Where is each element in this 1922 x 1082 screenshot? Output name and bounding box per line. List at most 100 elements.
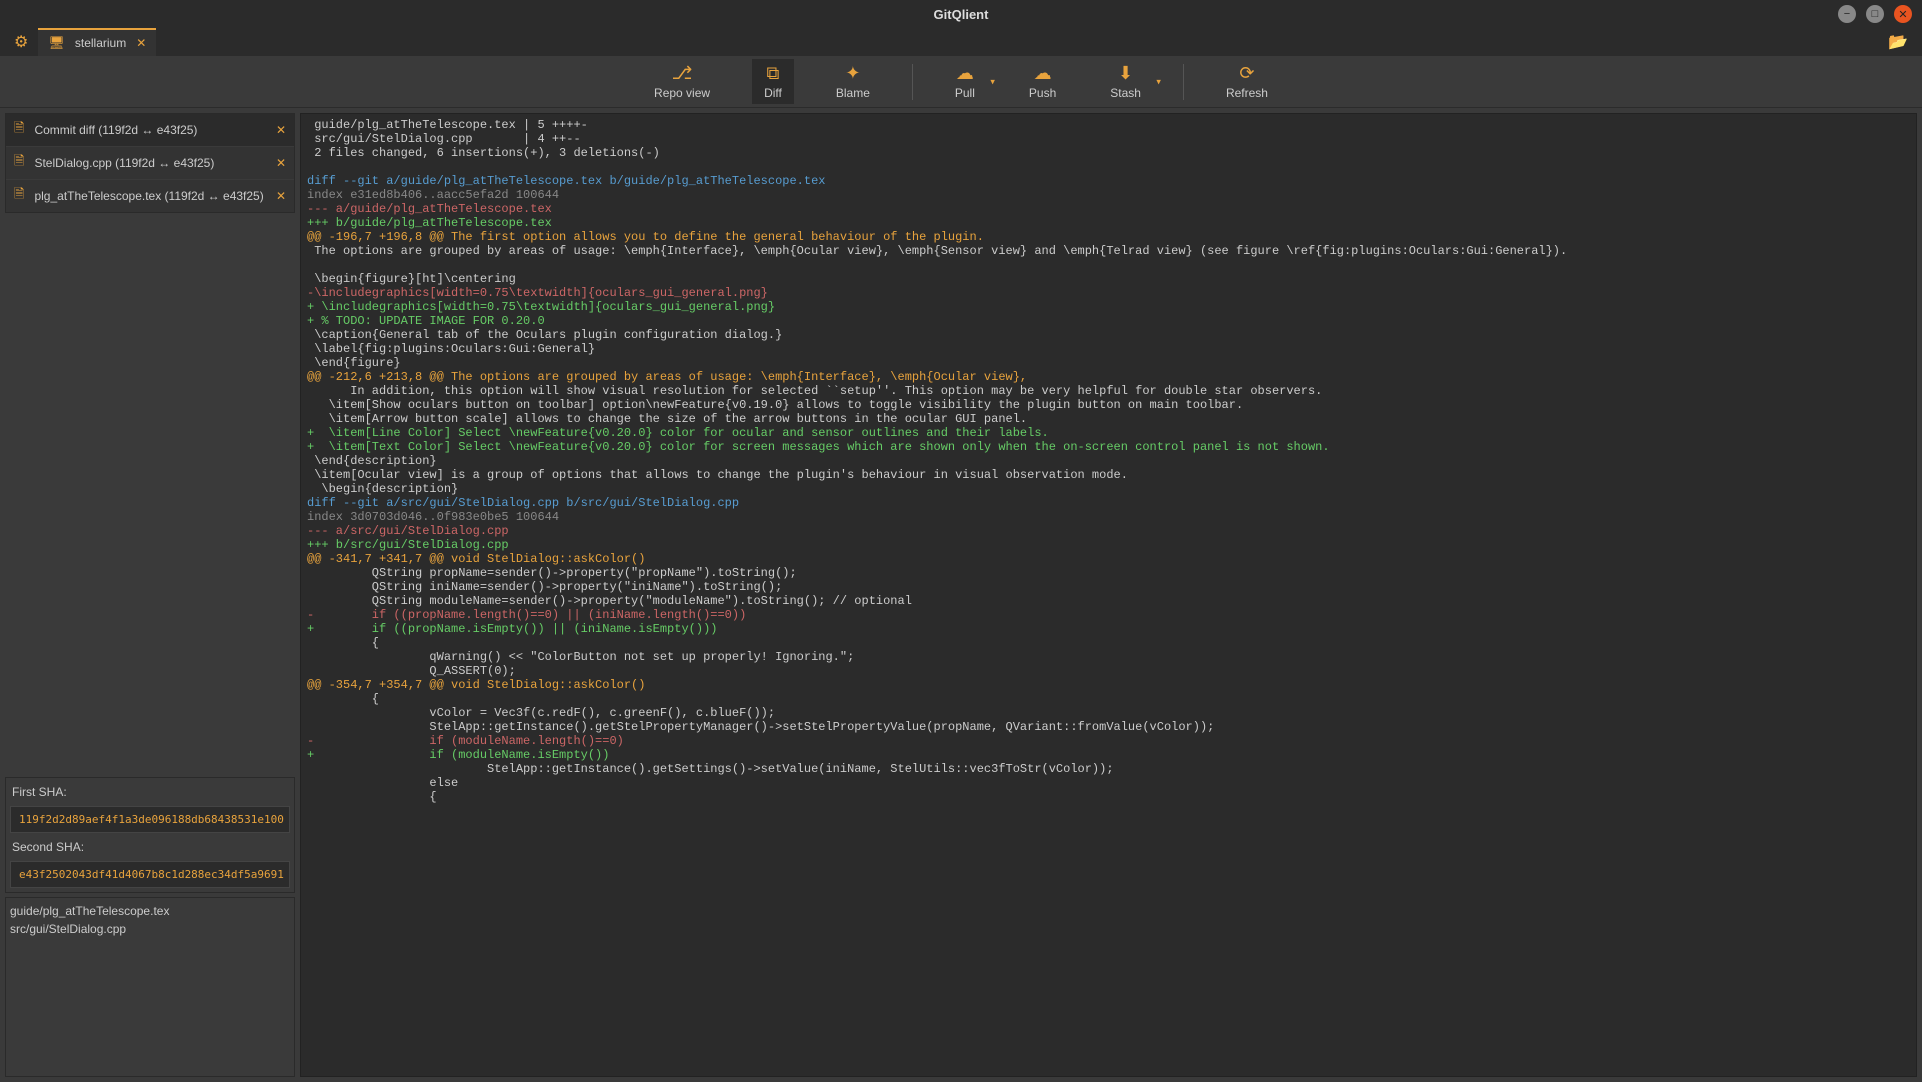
diff-view[interactable]: guide/plg_atTheTelescope.tex | 5 ++++- s… xyxy=(300,113,1917,1077)
diff-line: diff --git a/src/gui/StelDialog.cpp b/sr… xyxy=(307,496,1910,510)
maximize-button[interactable]: □ xyxy=(1866,5,1884,23)
diff-line: index 3d0703d046..0f983e0be5 100644 xyxy=(307,510,1910,524)
diff-line: In addition, this option will show visua… xyxy=(307,384,1910,398)
diff-line: Q_ASSERT(0); xyxy=(307,664,1910,678)
list-item[interactable]: guide/plg_atTheTelescope.tex xyxy=(10,904,290,918)
diff-line: + \includegraphics[width=0.75\textwidth]… xyxy=(307,300,1910,314)
diff-line: @@ -341,7 +341,7 @@ void StelDialog::ask… xyxy=(307,552,1910,566)
diff-tab-list: 🗎 Commit diff (119f2d ↔ e43f25) ✕ 🗎 StelDial… xyxy=(5,113,295,213)
diff-line xyxy=(307,258,1910,272)
branch-icon: ⎇ xyxy=(672,63,693,84)
diff-button[interactable]: ⧉ Diff xyxy=(752,59,794,104)
diff-line: +++ b/src/gui/StelDialog.cpp xyxy=(307,538,1910,552)
diff-line: guide/plg_atTheTelescope.tex | 5 ++++- xyxy=(307,118,1910,132)
main-area: 🗎 Commit diff (119f2d ↔ e43f25) ✕ 🗎 StelDial… xyxy=(0,108,1922,1082)
diff-line: + if (moduleName.isEmpty()) xyxy=(307,748,1910,762)
diff-line: { xyxy=(307,790,1910,804)
repoview-button[interactable]: ⎇ Repo view xyxy=(642,59,722,104)
diff-line: vColor = Vec3f(c.redF(), c.greenF(), c.b… xyxy=(307,706,1910,720)
diff-line: index e31ed8b406..aacc5efa2d 100644 xyxy=(307,188,1910,202)
diff-line: \label{fig:plugins:Oculars:Gui:General} xyxy=(307,342,1910,356)
second-sha-field[interactable]: e43f2502043df41d4067b8c1d288ec34df5a9691 xyxy=(10,861,290,888)
second-sha-label: Second SHA: xyxy=(10,837,290,857)
window-title: GitQlient xyxy=(934,7,989,22)
diff-line: \caption{General tab of the Oculars plug… xyxy=(307,328,1910,342)
sha-section: First SHA: 119f2d2d89aef4f1a3de096188db6… xyxy=(5,777,295,893)
diff-line: + % TODO: UPDATE IMAGE FOR 0.20.0 xyxy=(307,314,1910,328)
repoview-label: Repo view xyxy=(654,86,710,100)
repo-tab-label: stellarium xyxy=(75,36,126,50)
diff-line: @@ -354,7 +354,7 @@ void StelDialog::ask… xyxy=(307,678,1910,692)
close-icon[interactable]: ✕ xyxy=(276,123,286,137)
refresh-button[interactable]: ⟳ Refresh xyxy=(1214,59,1280,104)
diff-line: 2 files changed, 6 insertions(+), 3 dele… xyxy=(307,146,1910,160)
stash-label: Stash xyxy=(1110,86,1141,100)
diff-line: QString propName=sender()->property("pro… xyxy=(307,566,1910,580)
file-icon: 🗎 xyxy=(14,119,24,141)
diff-line: QString iniName=sender()->property("iniN… xyxy=(307,580,1910,594)
close-icon[interactable]: ✕ xyxy=(276,156,286,170)
diff-line: \item[Show oculars button on toolbar] op… xyxy=(307,398,1910,412)
diff-line: - if ((propName.length()==0) || (iniName… xyxy=(307,608,1910,622)
diff-line: QString moduleName=sender()->property("m… xyxy=(307,594,1910,608)
diff-tab-label: StelDialog.cpp (119f2d ↔ e43f25) xyxy=(34,156,265,170)
refresh-label: Refresh xyxy=(1226,86,1268,100)
blame-label: Blame xyxy=(836,86,870,100)
diff-line: The options are grouped by areas of usag… xyxy=(307,244,1910,258)
diff-line: + \item[Text Color] Select \newFeature{v… xyxy=(307,440,1910,454)
file-icon: 🗎 xyxy=(14,185,24,207)
diff-tab-item[interactable]: 🗎plg_atTheTelescope.tex (119f2d ↔ e43f25… xyxy=(6,180,294,212)
diff-line: \begin{description} xyxy=(307,482,1910,496)
list-item[interactable]: src/gui/StelDialog.cpp xyxy=(10,922,290,936)
diff-line: +++ b/guide/plg_atTheTelescope.tex xyxy=(307,216,1910,230)
diff-line: --- a/src/gui/StelDialog.cpp xyxy=(307,524,1910,538)
diff-tab-item[interactable]: 🗎 StelDialog.cpp (119f2d ↔ e43f25) ✕ xyxy=(6,147,294,179)
diff-line: --- a/guide/plg_atTheTelescope.tex xyxy=(307,202,1910,216)
diff-tab-item[interactable]: 🗎 Commit diff (119f2d ↔ e43f25) ✕ xyxy=(6,114,294,146)
pull-icon: ☁ xyxy=(956,63,974,84)
diff-line: + \item[Line Color] Select \newFeature{v… xyxy=(307,426,1910,440)
diff-line: @@ -196,7 +196,8 @@ The first option all… xyxy=(307,230,1910,244)
pull-button[interactable]: ☁ Pull ▾ xyxy=(943,59,987,104)
close-button[interactable]: ✕ xyxy=(1894,5,1912,23)
diff-line: - if (moduleName.length()==0) xyxy=(307,734,1910,748)
first-sha-field[interactable]: 119f2d2d89aef4f1a3de096188db68438531e100 xyxy=(10,806,290,833)
separator xyxy=(1183,64,1184,100)
repo-tab[interactable]: 🖥 stellarium ✕ xyxy=(38,28,156,56)
diff-line: qWarning() << "ColorButton not set up pr… xyxy=(307,650,1910,664)
pull-label: Pull xyxy=(955,86,975,100)
push-label: Push xyxy=(1029,86,1056,100)
window-titlebar: GitQlient − □ ✕ xyxy=(0,0,1922,28)
blame-icon: ✦ xyxy=(845,63,860,84)
settings-icon[interactable]: ⚙ xyxy=(8,32,38,52)
diff-line: diff --git a/guide/plg_atTheTelescope.te… xyxy=(307,174,1910,188)
diff-line: \item[Ocular view] is a group of options… xyxy=(307,468,1910,482)
refresh-icon: ⟳ xyxy=(1239,63,1254,84)
stash-icon: ⬇ xyxy=(1118,63,1133,84)
push-icon: ☁ xyxy=(1034,63,1052,84)
diff-line: + if ((propName.isEmpty()) || (iniName.i… xyxy=(307,622,1910,636)
diff-line: { xyxy=(307,692,1910,706)
push-button[interactable]: ☁ Push xyxy=(1017,59,1068,104)
stash-button[interactable]: ⬇ Stash ▾ xyxy=(1098,59,1153,104)
chevron-down-icon[interactable]: ▾ xyxy=(1156,76,1161,87)
toolbar: ⎇ Repo view ⧉ Diff ✦ Blame ☁ Pull ▾ ☁ Pu… xyxy=(0,56,1922,108)
diff-tab-label: Commit diff (119f2d ↔ e43f25) xyxy=(34,123,265,137)
open-folder-icon[interactable]: 📂 xyxy=(1874,32,1922,52)
diff-line: StelApp::getInstance().getStelPropertyMa… xyxy=(307,720,1910,734)
sidebar: 🗎 Commit diff (119f2d ↔ e43f25) ✕ 🗎 StelDial… xyxy=(5,113,295,1077)
blame-button[interactable]: ✦ Blame xyxy=(824,59,882,104)
chevron-down-icon[interactable]: ▾ xyxy=(990,76,995,87)
file-icon: 🗎 xyxy=(14,152,24,174)
diff-line: StelApp::getInstance().getSettings()->se… xyxy=(307,762,1910,776)
diff-line: { xyxy=(307,636,1910,650)
window-controls: − □ ✕ xyxy=(1838,5,1922,23)
diff-line: else xyxy=(307,776,1910,790)
close-icon[interactable]: ✕ xyxy=(276,189,286,203)
diff-line: @@ -212,6 +213,8 @@ The options are grou… xyxy=(307,370,1910,384)
minimize-button[interactable]: − xyxy=(1838,5,1856,23)
first-sha-label: First SHA: xyxy=(10,782,290,802)
diff-line: \item[Arrow button scale] allows to chan… xyxy=(307,412,1910,426)
tab-close-icon[interactable]: ✕ xyxy=(136,36,146,50)
diff-line: -\includegraphics[width=0.75\textwidth]{… xyxy=(307,286,1910,300)
